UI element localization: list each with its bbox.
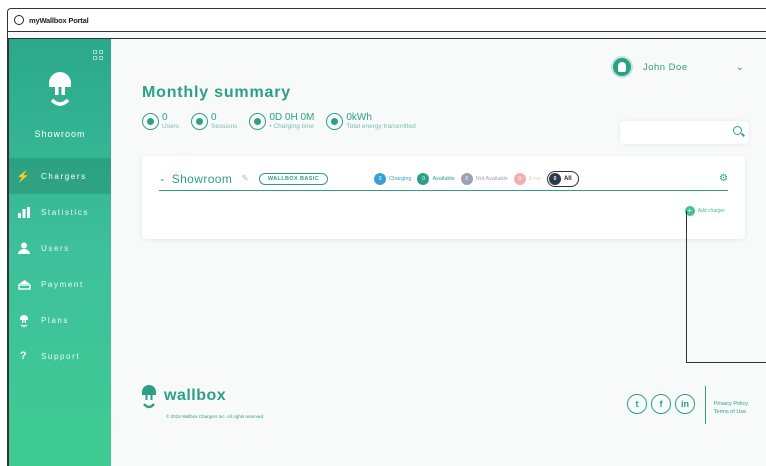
page-title: Monthly summary <box>142 84 291 101</box>
sessions-icon <box>190 113 208 131</box>
bolt-icon <box>326 113 344 131</box>
terms-link[interactable]: Terms of Use <box>714 408 748 416</box>
bar-chart-icon <box>17 205 31 219</box>
stat-value: 0D 0H 0M <box>269 112 315 123</box>
privacy-link[interactable]: Privacy Policy <box>714 400 748 408</box>
stat-value: 0kWh <box>346 112 372 123</box>
group-header: ⌄ Showroom ✎ WALLBOX BASIC 0 Charging 0 … <box>159 167 728 191</box>
footer-divider <box>705 386 706 424</box>
sidebar-item-chargers[interactable]: ⚡ Chargers <box>9 158 111 194</box>
annotation-line <box>686 211 766 363</box>
summary-stats: 0 Users 0 Sessions 0D 0H 0M • Charging t… <box>142 113 428 131</box>
stat-charging-time: 0D 0H 0M • Charging time <box>249 113 314 131</box>
filter-error[interactable]: 0 Error <box>513 172 541 185</box>
sidebar: Showroom ⚡ Chargers Statistics Users Pay… <box>9 39 111 466</box>
search-icon[interactable] <box>733 126 742 135</box>
plan-badge: WALLBOX BASIC <box>258 172 329 185</box>
stat-value: 0 <box>162 112 168 123</box>
footer: wallbox © 2019 Wallbox Chargers Inc. All… <box>142 384 766 444</box>
main-content: John Doe ⌄ Monthly summary 0 Users 0 Ses <box>111 39 766 466</box>
filter-label: Error <box>528 175 541 182</box>
filter-label: Available <box>432 175 455 182</box>
filter-count: 0 <box>460 172 473 185</box>
filter-label: All <box>563 175 572 182</box>
sidebar-item-label: Support <box>41 351 81 361</box>
sidebar-item-label: Plans <box>41 315 70 325</box>
filter-label: Charging <box>389 175 412 182</box>
sidebar-item-label: Payment <box>41 279 84 289</box>
gear-icon[interactable]: ⚙ <box>719 173 728 184</box>
stat-label: Total energy transmitted <box>346 123 416 130</box>
charger-group-card: ⌄ Showroom ✎ WALLBOX BASIC 0 Charging 0 … <box>142 156 745 239</box>
window-title: myWallbox Portal <box>29 15 89 25</box>
wallbox-logo-icon <box>49 72 71 106</box>
chevron-down-icon[interactable]: ⌄ <box>159 174 166 183</box>
plug-icon <box>17 313 31 327</box>
wallbox-logo-icon <box>142 385 156 409</box>
browser-window: myWallbox Portal Showroom ⚡ Chargers Sta… <box>7 8 766 466</box>
twitter-icon[interactable]: t <box>627 394 647 414</box>
title-bar: myWallbox Portal <box>8 9 766 32</box>
footer-brand: wallbox <box>164 387 227 404</box>
stat-label: Sessions <box>210 123 238 130</box>
avatar <box>610 56 633 78</box>
bolt-icon: ⚡ <box>16 170 32 183</box>
stat-sessions: 0 Sessions <box>190 112 238 131</box>
clock-icon <box>249 113 267 131</box>
stat-value: 0 <box>210 112 217 123</box>
social-links: t f in <box>623 394 695 414</box>
filter-count: 0 <box>374 172 387 185</box>
sidebar-item-plans[interactable]: Plans <box>9 302 111 338</box>
footer-logo: wallbox <box>142 384 226 411</box>
filter-not-available[interactable]: 0 Not Available <box>460 172 508 185</box>
sidebar-item-users[interactable]: Users <box>9 230 111 266</box>
filter-charging[interactable]: 0 Charging <box>374 172 412 185</box>
sidebar-item-label: Chargers <box>41 171 87 181</box>
footer-copyright: © 2019 Wallbox Chargers Inc. All rights … <box>166 414 265 419</box>
apps-grid-icon[interactable] <box>93 50 103 60</box>
sidebar-item-support[interactable]: ? Support <box>9 338 111 374</box>
filter-available[interactable]: 0 Available <box>417 172 455 185</box>
stat-users: 0 Users <box>142 113 179 131</box>
users-icon <box>142 113 159 131</box>
sidebar-nav: ⚡ Chargers Statistics Users Payment Plan… <box>9 158 111 374</box>
sidebar-item-statistics[interactable]: Statistics <box>9 194 111 230</box>
sidebar-brand-name: Showroom <box>34 129 86 139</box>
stat-label: • Charging time <box>269 123 314 130</box>
footer-links: Privacy Policy Terms of Use <box>714 400 748 416</box>
question-icon: ? <box>19 350 29 362</box>
linkedin-icon[interactable]: in <box>675 394 695 414</box>
app-frame: Showroom ⚡ Chargers Statistics Users Pay… <box>8 38 766 466</box>
edit-icon[interactable]: ✎ <box>241 173 249 184</box>
filter-count: 0 <box>417 172 430 185</box>
window-circle-icon <box>14 15 24 25</box>
search-input[interactable] <box>620 121 749 144</box>
sidebar-item-label: Users <box>41 243 70 253</box>
user-icon <box>17 241 31 255</box>
chevron-down-icon[interactable]: ⌄ <box>736 62 744 73</box>
user-name: John Doe <box>642 61 688 73</box>
group-name: Showroom <box>171 171 233 186</box>
filter-count: 0 <box>548 172 561 185</box>
sidebar-item-label: Statistics <box>41 207 90 217</box>
filter-label: Not Available <box>475 175 508 182</box>
sidebar-item-payment[interactable]: Payment <box>9 266 111 302</box>
user-menu[interactable]: John Doe ⌄ <box>610 56 744 78</box>
payment-icon <box>17 277 31 291</box>
facebook-icon[interactable]: f <box>651 394 671 414</box>
stat-label: Users <box>162 123 179 130</box>
stat-energy: 0kWh Total energy transmitted <box>326 112 416 131</box>
filter-all[interactable]: 0 All <box>546 170 579 187</box>
status-filters: 0 Charging 0 Available 0 Not Available 0… <box>374 170 579 187</box>
filter-count: 0 <box>513 172 526 185</box>
